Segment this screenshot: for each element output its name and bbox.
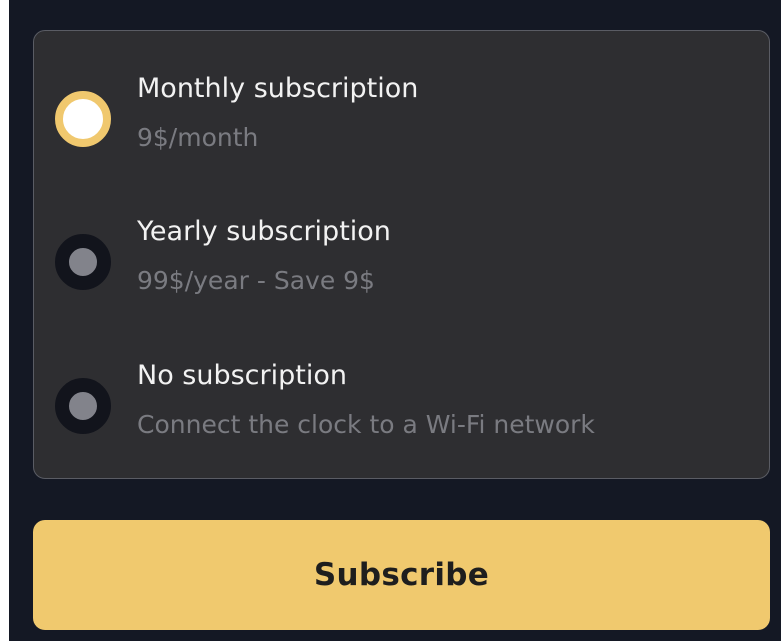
plan-option-yearly[interactable]: Yearly subscription 99$/year - Save 9$ bbox=[34, 214, 769, 334]
radio-selected-icon[interactable] bbox=[55, 91, 111, 147]
plan-option-monthly[interactable]: Monthly subscription 9$/month bbox=[34, 71, 769, 191]
radio-unselected-icon[interactable] bbox=[55, 234, 111, 290]
plan-subtitle: 9$/month bbox=[137, 123, 259, 152]
radio-unselected-icon[interactable] bbox=[55, 378, 111, 434]
subscribe-button-label: Subscribe bbox=[313, 557, 490, 593]
plan-subtitle: Connect the clock to a Wi-Fi network bbox=[137, 410, 595, 439]
subscribe-button[interactable]: Subscribe bbox=[33, 520, 770, 630]
plan-option-none[interactable]: No subscription Connect the clock to a W… bbox=[34, 358, 769, 478]
subscription-options-card: Monthly subscription 9$/month Yearly sub… bbox=[33, 30, 770, 479]
plan-title: Monthly subscription bbox=[137, 73, 419, 104]
plan-title: Yearly subscription bbox=[137, 216, 391, 247]
subscription-screen: Monthly subscription 9$/month Yearly sub… bbox=[9, 0, 781, 641]
plan-title: No subscription bbox=[137, 360, 347, 391]
plan-subtitle: 99$/year - Save 9$ bbox=[137, 266, 375, 295]
